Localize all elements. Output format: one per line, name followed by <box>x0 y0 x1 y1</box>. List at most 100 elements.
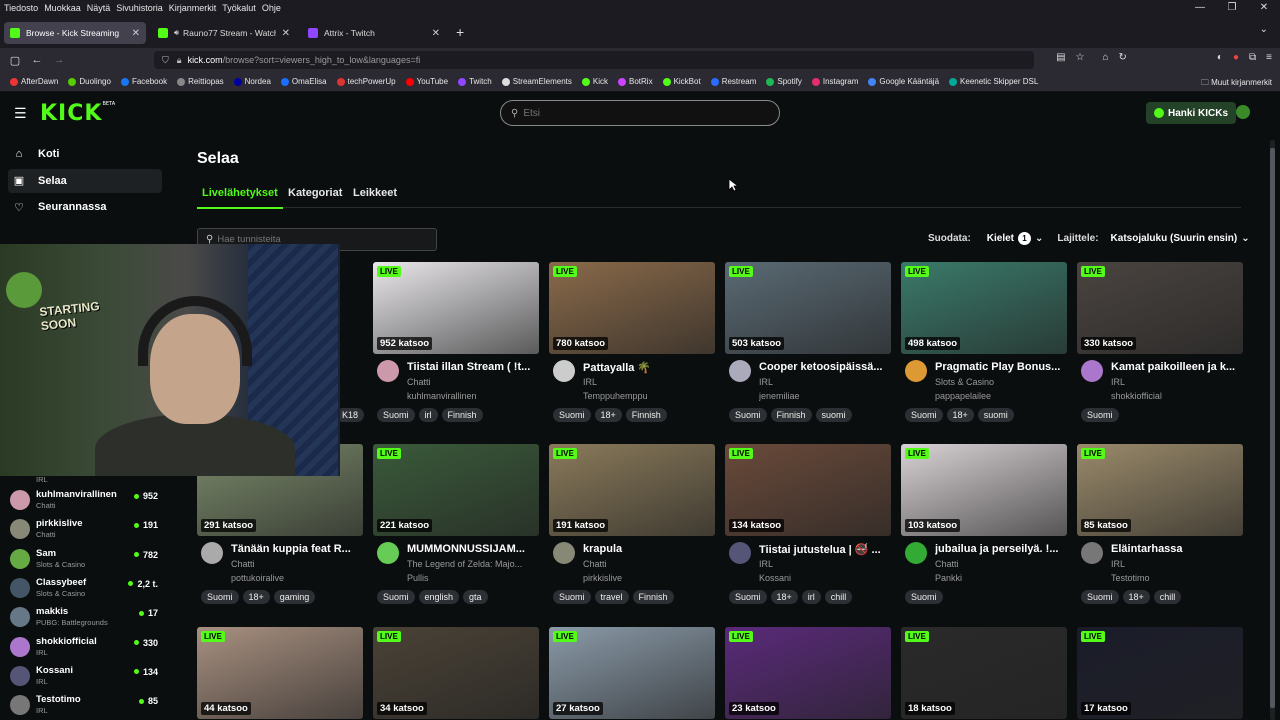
stream-title[interactable]: Tiistai jutustelua | 🚭 ... <box>759 543 889 556</box>
tag-chip[interactable]: travel <box>594 590 629 604</box>
tag-chip[interactable]: gta <box>463 590 488 604</box>
channel-avatar[interactable] <box>377 360 399 382</box>
stream-card[interactable]: LIVE 191 katsoo krapula Chatti pirkkislive Su… <box>549 444 715 610</box>
tag-chip[interactable]: Suomi <box>729 408 767 422</box>
sidebar-channel[interactable]: shokkiofficial IRL 330 <box>10 633 160 661</box>
sidebar-channel[interactable]: Classybeef Slots & Casino 2,2 t. <box>10 574 160 602</box>
stream-thumbnail[interactable]: LIVE 17 katsoo <box>1077 627 1243 719</box>
close-tab-icon[interactable]: ✕ <box>132 28 140 39</box>
stream-thumbnail[interactable]: LIVE 221 katsoo <box>373 444 539 536</box>
browse-tab[interactable]: Livelähetykset <box>197 187 283 209</box>
bookmark-item[interactable]: StreamElements <box>501 77 572 86</box>
search-box[interactable]: ⚲ <box>500 100 780 126</box>
extension-badge-icon[interactable]: ● <box>1233 52 1239 63</box>
tag-chip[interactable]: Suomi <box>905 408 943 422</box>
stream-card[interactable]: LIVE 23 katsoo <box>725 627 891 719</box>
sidebar-nav-heart[interactable]: ♡ Seurannassa <box>8 195 162 219</box>
os-menu-item[interactable]: Ohje <box>262 3 281 13</box>
stream-card[interactable]: LIVE 103 katsoo jubailua ja perseilyä. !..… <box>901 444 1067 610</box>
stream-category[interactable]: Chatti <box>583 559 713 569</box>
close-tab-icon[interactable]: ✕ <box>282 28 290 39</box>
stream-username[interactable]: Pankki <box>935 573 1065 583</box>
forward-button[interactable]: → <box>48 54 70 66</box>
bookmark-item[interactable]: Keenetic Skipper DSL <box>949 77 1038 86</box>
stream-thumbnail[interactable]: LIVE 330 katsoo <box>1077 262 1243 354</box>
tag-chip[interactable]: Finnish <box>770 408 812 422</box>
stream-thumbnail[interactable]: LIVE 44 katsoo <box>197 627 363 719</box>
bookmark-star-icon[interactable]: ☆ <box>1076 52 1085 63</box>
os-menu-item[interactable]: Työkalut <box>222 3 256 13</box>
channel-avatar[interactable] <box>1081 542 1103 564</box>
tag-chip[interactable]: Suomi <box>729 590 767 604</box>
bookmark-item[interactable]: techPowerUp <box>336 77 396 86</box>
reload-icon[interactable]: ↻ <box>1119 52 1127 63</box>
stream-thumbnail[interactable]: LIVE 34 katsoo <box>373 627 539 719</box>
stream-card[interactable]: LIVE 330 katsoo Kamat paikoilleen ja k... I… <box>1077 262 1243 428</box>
tag-chip[interactable]: Finnish <box>632 590 674 604</box>
user-avatar[interactable] <box>1236 105 1250 119</box>
bookmark-item[interactable]: YouTube <box>405 77 448 86</box>
tag-chip[interactable]: chill <box>824 590 853 604</box>
browser-tab[interactable]: Attrix - Twitch ✕ <box>302 22 446 44</box>
bookmark-item[interactable]: Google Kääntäjä <box>868 77 939 86</box>
stream-title[interactable]: Tiistai illan Stream ( !t... <box>407 361 537 373</box>
bookmark-item[interactable]: AfterDawn <box>10 77 58 86</box>
channel-avatar[interactable] <box>553 542 575 564</box>
bookmark-item[interactable]: Spotify <box>766 77 802 86</box>
stream-category[interactable]: Chatti <box>231 559 361 569</box>
tag-chip[interactable]: suomi <box>815 408 852 422</box>
tag-chip[interactable]: 18+ <box>1122 590 1150 604</box>
stream-category[interactable]: IRL <box>583 377 713 387</box>
tag-chip[interactable]: Suomi <box>1081 590 1119 604</box>
sidebar-channel[interactable]: Sam Slots & Casino 782 <box>10 545 160 573</box>
address-bar[interactable]: ⛉ 🔒︎ kick.com/browse?sort=viewers_high_t… <box>154 51 1034 69</box>
stream-category[interactable]: IRL <box>1111 377 1241 387</box>
stream-username[interactable]: pirkkislive <box>583 573 713 583</box>
extension-icon[interactable]: ◐ <box>1217 52 1223 63</box>
tag-chip[interactable]: 18+ <box>594 408 622 422</box>
stream-thumbnail[interactable]: LIVE 103 katsoo <box>901 444 1067 536</box>
tag-chip[interactable]: 18+ <box>770 590 798 604</box>
minimize-icon[interactable]: — <box>1184 0 1216 16</box>
stream-title[interactable]: jubailua ja perseilyä. !... <box>935 543 1065 555</box>
stream-title[interactable]: Eläintarhassa <box>1111 543 1241 555</box>
search-input[interactable] <box>523 107 764 119</box>
tag-chip[interactable]: Suomi <box>553 590 591 604</box>
stream-category[interactable]: IRL <box>759 559 889 569</box>
stream-card[interactable]: LIVE 221 katsoo MUMMONNUSSIJAM... The Legen… <box>373 444 539 610</box>
os-menu-item[interactable]: Muokkaa <box>44 3 81 13</box>
app-menu-icon[interactable]: ≡ <box>1266 52 1272 63</box>
bookmark-item[interactable]: Instagram <box>811 77 858 86</box>
channel-avatar[interactable] <box>905 542 927 564</box>
stream-title[interactable]: krapula <box>583 543 713 555</box>
speaker-icon[interactable]: 🔊︎ <box>174 28 179 38</box>
stream-thumbnail[interactable]: LIVE 134 katsoo <box>725 444 891 536</box>
os-menu-item[interactable]: Kirjanmerkit <box>169 3 217 13</box>
sidebar-nav-browse[interactable]: ▣ Selaa <box>8 168 162 193</box>
os-menu-item[interactable]: Tiedosto <box>4 3 38 13</box>
other-bookmarks[interactable]: 🗀 Muut kirjanmerkit <box>1201 77 1272 91</box>
bookmark-item[interactable]: Restream <box>710 77 756 86</box>
bookmark-item[interactable]: Duolingo <box>68 77 111 86</box>
bookmark-item[interactable]: BotRix <box>618 77 653 86</box>
stream-card[interactable]: LIVE 44 katsoo <box>197 627 363 719</box>
stream-category[interactable]: IRL <box>759 377 889 387</box>
channel-avatar[interactable] <box>905 360 927 382</box>
channel-avatar[interactable] <box>377 542 399 564</box>
maximize-icon[interactable]: ❐ <box>1216 0 1248 16</box>
stream-username[interactable]: Testotimo <box>1111 573 1241 583</box>
stream-username[interactable]: Temppuhemppu <box>583 391 713 401</box>
tag-chip[interactable]: Finnish <box>625 408 667 422</box>
stream-title[interactable]: Tänään kuppia feat R... <box>231 543 361 555</box>
tag-chip[interactable]: K18 <box>336 408 365 422</box>
stream-category[interactable]: Chatti <box>407 377 537 387</box>
browser-tab[interactable]: Browse - Kick Streaming ✕ <box>4 22 146 44</box>
stream-title[interactable]: Pattayalla 🌴 <box>583 361 713 374</box>
tag-chip[interactable]: gaming <box>273 590 316 604</box>
tag-chip[interactable]: chill <box>1153 590 1182 604</box>
tag-chip[interactable]: Finnish <box>441 408 483 422</box>
tag-chip[interactable]: Suomi <box>377 408 415 422</box>
stream-title[interactable]: Kamat paikoilleen ja k... <box>1111 361 1241 373</box>
tag-chip[interactable]: suomi <box>977 408 1014 422</box>
stream-title[interactable]: MUMMONNUSSIJAM... <box>407 543 537 555</box>
